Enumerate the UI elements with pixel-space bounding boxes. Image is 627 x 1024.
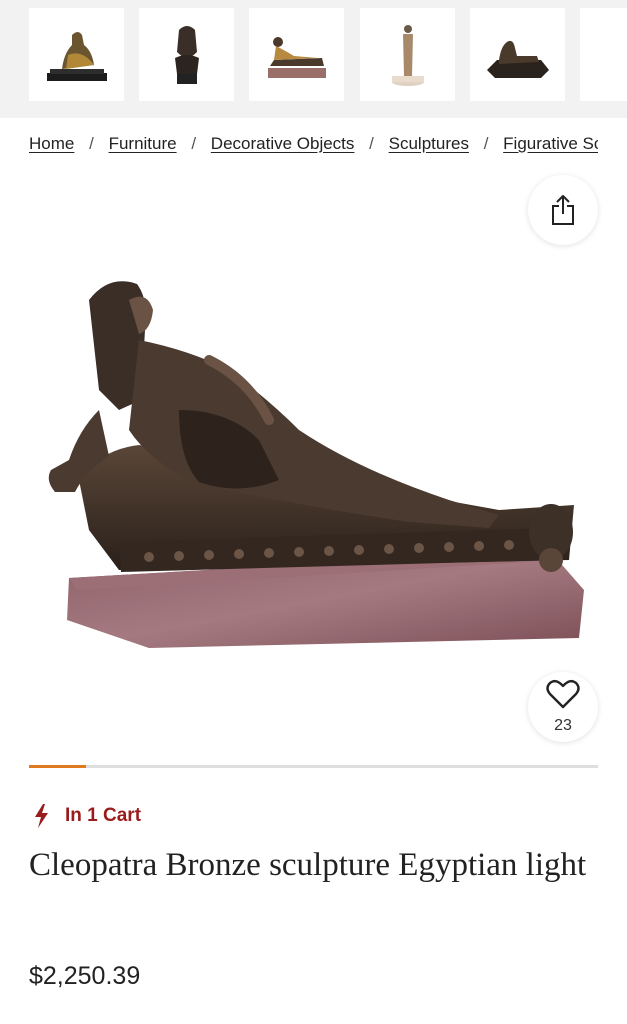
thumbnail-image [608, 22, 627, 88]
thumbnail-image [267, 36, 326, 78]
image-progress-track [29, 765, 598, 768]
thumbnail[interactable] [360, 8, 455, 101]
breadcrumb-separator: / [89, 134, 94, 153]
favorite-count: 23 [554, 717, 572, 734]
product-title: Cleopatra Bronze sculpture Egyptian ligh… [29, 847, 587, 883]
breadcrumb-separator: / [483, 134, 489, 153]
breadcrumb-separator: / [191, 134, 197, 153]
cart-status: In 1 Cart [33, 804, 141, 828]
thumbnail[interactable] [470, 8, 565, 101]
lightning-icon [35, 804, 48, 828]
thumbnail-image [46, 31, 107, 81]
breadcrumb-separator: / [369, 134, 374, 153]
favorite-button[interactable]: 23 [528, 672, 598, 742]
breadcrumb-link-home[interactable]: Home [29, 134, 74, 153]
thumbnail-image [174, 25, 199, 84]
heart-icon [546, 679, 580, 709]
cart-status-text: In 1 Cart [65, 805, 142, 826]
breadcrumb-link-furniture[interactable]: Furniture [109, 134, 177, 153]
thumbnail[interactable] [29, 8, 124, 101]
product-image[interactable] [29, 260, 598, 680]
thumbnail[interactable] [249, 8, 344, 101]
share-button[interactable] [528, 175, 598, 245]
thumbnail[interactable] [580, 8, 627, 101]
thumbnail-strip [0, 0, 627, 118]
product-price: $2,250.39 [29, 962, 141, 990]
thumbnail-image [486, 40, 549, 78]
breadcrumb-link-figurative-sculptures[interactable]: Figurative Sc [503, 134, 598, 153]
sculpture-illustration [48, 281, 584, 648]
breadcrumb: Home / Furniture / Decorative Objects / … [29, 134, 598, 160]
thumbnail[interactable] [139, 8, 234, 101]
image-progress-fill [29, 765, 86, 768]
breadcrumb-link-decorative-objects[interactable]: Decorative Objects [211, 134, 355, 153]
share-icon [552, 195, 574, 225]
breadcrumb-link-sculptures[interactable]: Sculptures [389, 134, 469, 153]
thumbnail-image [391, 24, 424, 86]
